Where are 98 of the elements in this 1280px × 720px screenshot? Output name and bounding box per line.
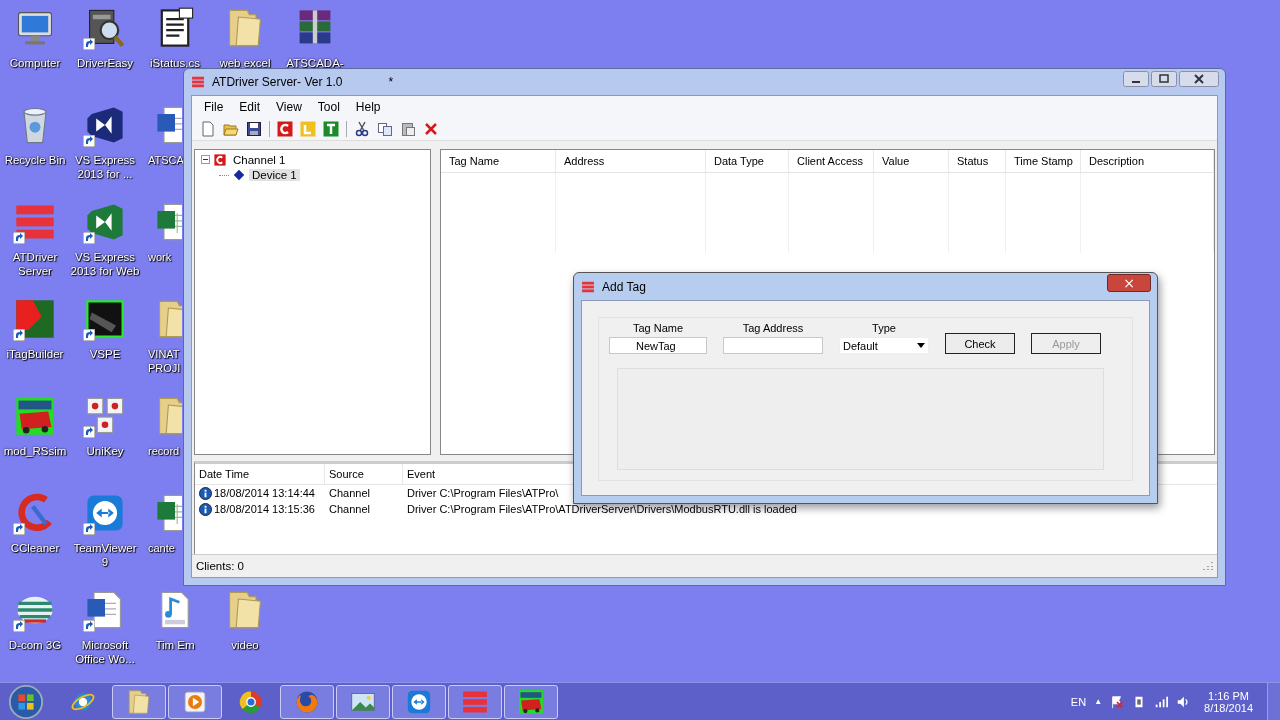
modified-mark: * [388,75,394,89]
desktop-icon-label[interactable]: cante [148,541,175,555]
add-tag-icon[interactable] [323,121,339,137]
taskbar-button[interactable] [280,684,334,719]
device-icon [233,168,245,181]
new-file-icon[interactable] [200,121,216,137]
bus-icon [517,687,545,716]
menu-item[interactable]: Edit [231,98,269,116]
table-cell-text: Driver C:\Program Files\ATPro\ATDriverServer\Drivers\ModbusRTU.dll is loaded [406,503,797,515]
desktop-icon-label[interactable]: ATSCA [148,153,182,167]
maximize-button[interactable] [1151,71,1177,87]
table-cell-text: Driver C:\Program Files\ATPro\ [406,487,559,499]
column-header[interactable]: Source [325,464,403,484]
menu-item[interactable]: Tool [309,98,348,116]
info-icon [199,486,212,500]
desktop-icon-label[interactable]: UniKey [86,444,124,458]
taskbar-button[interactable] [504,684,558,719]
dialog-title: Add Tag [602,279,646,294]
desktop-icon-label[interactable]: work [148,250,172,264]
field-label: Tag Address [742,322,804,334]
desktop-icon-label[interactable]: iStatus.cs [150,56,200,70]
desktop-icon-label[interactable]: record [148,444,180,458]
desktop-icon-label[interactable]: TeamViewer 9 [70,541,140,569]
column-header[interactable]: Client Access [789,150,874,172]
desktop-icon-label[interactable]: CCleaner [10,541,60,555]
type-dropdown[interactable]: Default [839,337,929,354]
table-cell-text: Channel [328,503,371,515]
delete-icon[interactable] [423,121,439,137]
desktop-icon-label[interactable]: iTagBuilder [6,347,64,361]
desktop-icon-label[interactable]: Recycle Bin [4,153,66,167]
tree-item[interactable]: Device 1 [249,168,300,181]
desktop-icon-label[interactable]: mod_RSsim [3,444,67,458]
channel-icon [214,153,226,166]
column-header[interactable]: Status [949,150,1006,172]
tray-expand-button[interactable]: ▲ [1094,697,1103,706]
desktop-icon-label[interactable]: ATSCADA- [286,56,344,70]
field-label: Tag Name [632,322,684,334]
desktop-icon-label[interactable]: Microsoft Office Wo... [70,638,140,666]
table-cell: 18/08/2014 13:14:44 [214,487,315,499]
column-header[interactable]: Tag Name [441,150,556,172]
desktop-icon-label[interactable]: D-com 3G [8,638,62,652]
save-icon[interactable] [246,121,262,137]
desktop-icon-label[interactable]: Tim Em [155,638,195,652]
input-field[interactable] [723,337,823,354]
column-header[interactable]: Date Time [195,464,325,484]
input-field[interactable]: NewTag [609,337,707,354]
app-icon [190,75,206,89]
desktop-icon-label[interactable]: video [231,638,259,652]
desktop-icon[interactable] [83,297,127,341]
taskbar-button[interactable] [448,684,502,719]
open-folder-icon[interactable] [223,121,239,137]
table-cell-text: Channel [328,487,371,499]
taskbar-button[interactable] [112,684,166,719]
taskbar-button[interactable] [392,684,446,719]
speaker-icon[interactable] [1176,694,1191,709]
desktop-icon[interactable] [13,394,57,438]
caret-icon [917,343,925,348]
language-indicator[interactable]: EN [1070,695,1087,708]
copy-icon[interactable] [377,121,393,137]
table-cell: 18/08/2014 13:15:36 [214,503,315,515]
desktop-icon-label[interactable]: VINAT PROJI [148,347,182,375]
flag-icon[interactable] [1110,694,1125,709]
close-button[interactable] [1179,71,1219,87]
app-icon [580,279,596,294]
desktop-icon-label[interactable]: VS Express 2013 for ... [70,153,140,181]
desktop-icon-label[interactable]: Computer [9,56,61,70]
cut-icon[interactable] [354,121,370,137]
column-header[interactable]: Data Type [706,150,789,172]
column-header[interactable]: Time Stamp [1006,150,1081,172]
tree-item[interactable]: Channel 1 [230,153,289,166]
column-header[interactable]: Address [556,150,706,172]
menu-item[interactable]: File [196,98,232,116]
resize-grip-icon[interactable] [1203,561,1213,571]
add-channel-icon[interactable] [277,121,293,137]
info-icon [199,502,212,516]
status-text: Clients: 0 [196,560,244,572]
paste-icon[interactable] [400,121,416,137]
taskbar-button[interactable] [168,684,222,719]
minimize-button[interactable] [1123,71,1149,87]
collapse-toggle-icon[interactable] [201,155,210,164]
window-title: ATDriver Server- Ver 1.0 [212,75,343,89]
column-header[interactable]: Value [874,150,949,172]
desktop-icon-label[interactable]: web excel [219,56,271,70]
clock[interactable]: 1:16 PM 8/18/2014 [1198,689,1259,714]
desktop-icon-label[interactable]: VS Express 2013 for Web [70,250,140,278]
close-button[interactable]: × [1107,274,1151,292]
signal-icon[interactable] [1154,694,1169,709]
field-label: Type [872,322,896,334]
desktop-icon-label[interactable]: DriverEasy [76,56,134,70]
start-button[interactable] [6,682,46,720]
column-header[interactable]: Description [1081,150,1214,172]
desktop-icon[interactable] [13,297,57,341]
dialog-button[interactable]: Check [945,333,1015,354]
menu-item[interactable]: Help [347,98,389,116]
desktop-icon-label[interactable]: VSPE [89,347,121,361]
menu-item[interactable]: View [268,98,310,116]
taskbar-button[interactable] [336,684,390,719]
desktop-icon-label[interactable]: ATDriver Server [0,250,70,278]
